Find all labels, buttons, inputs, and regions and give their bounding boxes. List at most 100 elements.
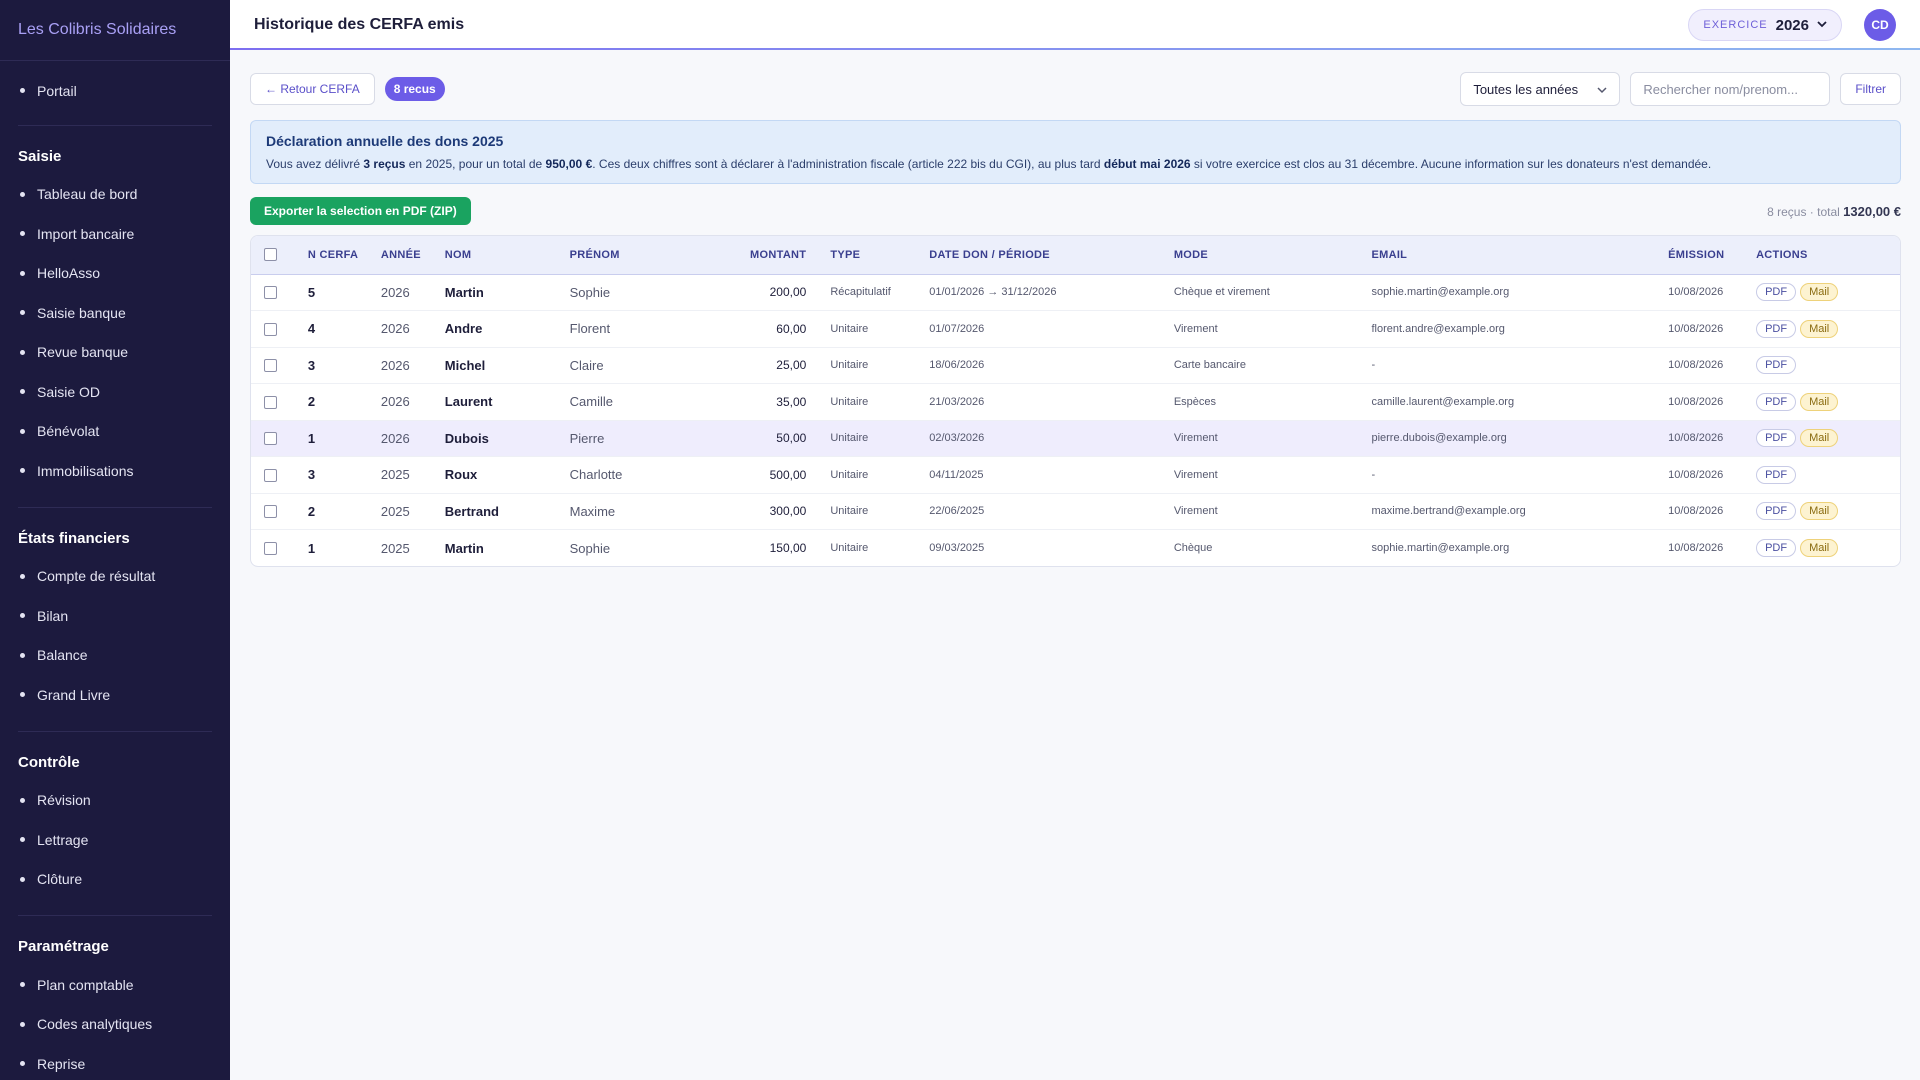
total-summary-prefix: 8 reçus · total [1767,204,1844,219]
cerfa-number: 2 [307,503,316,519]
col-header[interactable]: ÉMISSION [1668,236,1757,275]
row-checkbox[interactable] [264,322,277,336]
search-input[interactable] [1630,72,1831,106]
col-header[interactable]: ANNÉE [380,236,445,275]
topbar: Historique des CERFA emis EXERCICE 2026 … [230,0,1920,50]
mail-button[interactable]: Mail [1800,502,1839,521]
pdf-button[interactable]: PDF [1756,539,1797,557]
sidebar-item[interactable]: Bénévolat [0,412,230,452]
row-checkbox[interactable] [264,286,277,300]
sidebar-item[interactable]: Compte de résultat [0,557,230,597]
payment-mode: Virement [1173,505,1218,518]
donation-amount: 200,00 [769,285,807,300]
sidebar-item[interactable]: Clôture [0,860,230,900]
emission-date: 10/08/2026 [1668,322,1724,335]
select-all-checkbox[interactable] [264,248,277,262]
mail-button[interactable]: Mail [1800,319,1839,338]
table-row[interactable]: 1 2025 Martin Sophie 150,00 Unitaire 09/… [251,530,1900,567]
sidebar-item[interactable]: Revue banque [0,333,230,373]
sidebar-item[interactable]: Balance [0,636,230,676]
pdf-button[interactable]: PDF [1756,319,1797,338]
receipt-type: Récapitulatif [830,286,891,299]
filter-button[interactable]: Filtrer [1840,73,1901,105]
year-filter-select[interactable]: Toutes les années [1460,72,1621,106]
total-summary-amount: 1320,00 € [1843,203,1901,219]
sidebar-item[interactable]: Saisie OD [0,372,230,412]
cerfa-year: 2026 [380,357,410,373]
pdf-button[interactable]: PDF [1756,356,1797,375]
sidebar-section-title: États financiers [18,529,130,547]
table-row[interactable]: 1 2026 Dubois Pierre 50,00 Unitaire 02/0… [251,420,1900,457]
payment-mode: Chèque et virement [1173,286,1270,299]
mail-button[interactable]: Mail [1800,539,1839,557]
row-select-cell [251,384,308,421]
sidebar-item[interactable]: Tableau de bord [0,175,230,215]
mail-button[interactable]: Mail [1800,392,1839,411]
avatar[interactable]: CD [1864,9,1896,41]
cerfa-number: 1 [307,430,316,446]
sidebar-item[interactable]: Révision [0,781,230,821]
brand-name[interactable]: Les Colibris Solidaires [0,0,230,61]
table-row[interactable]: 3 2026 Michel Claire 25,00 Unitaire 18/0… [251,347,1900,384]
col-header[interactable]: PRÉNOM [569,236,663,275]
col-header[interactable]: TYPE [806,236,930,275]
row-checkbox[interactable] [264,395,277,409]
row-checkbox[interactable] [264,359,277,373]
sidebar-item-portail[interactable]: Portail [18,71,212,111]
donor-last-name: Laurent [444,394,493,410]
sidebar-item-label: Revue banque [37,344,129,361]
table-row[interactable]: 2 2025 Bertrand Maxime 300,00 Unitaire 2… [251,493,1900,530]
sidebar-item[interactable]: Immobilisations [0,451,230,491]
receipt-type: Unitaire [830,359,869,372]
table-row[interactable]: 5 2026 Martin Sophie 200,00 Récapitulati… [251,274,1900,311]
sidebar-item[interactable]: Grand Livre [0,675,230,715]
pdf-button[interactable]: PDF [1756,502,1797,521]
payment-mode: Virement [1173,432,1218,445]
sidebar-item[interactable]: Import bancaire [0,214,230,254]
bullet-icon [20,349,25,355]
back-button[interactable]: ← Retour CERFA [250,73,375,105]
pdf-button[interactable]: PDF [1756,392,1797,411]
row-actions: PDF Mail [1756,274,1900,311]
sidebar-item[interactable]: Lettrage [0,820,230,860]
sidebar-item[interactable]: Bilan [0,596,230,636]
col-header[interactable]: DATE DON / PÉRIODE [929,236,1174,275]
donor-last-name: Martin [444,284,484,300]
mail-button[interactable]: Mail [1800,429,1839,448]
col-header[interactable]: N CERFA [307,236,381,275]
row-actions: PDF Mail [1756,530,1900,567]
exercice-selector[interactable]: EXERCICE 2026 [1688,9,1842,41]
col-header[interactable]: MODE [1173,236,1372,275]
pdf-button[interactable]: PDF [1756,429,1797,448]
donor-first-name: Claire [569,357,604,373]
sidebar-item[interactable]: Codes analytiques [0,1005,230,1045]
donor-last-name: Andre [444,321,483,337]
export-pdf-button[interactable]: Exporter la selection en PDF (ZIP) [250,197,471,225]
row-checkbox[interactable] [264,542,277,556]
row-checkbox[interactable] [264,432,277,446]
table-row[interactable]: 4 2026 Andre Florent 60,00 Unitaire 01/0… [251,311,1900,347]
sidebar-item[interactable]: Saisie banque [0,293,230,333]
col-header[interactable]: MONTANT [662,236,807,275]
sidebar-item-label: Révision [37,792,91,809]
mail-button[interactable]: Mail [1800,283,1839,302]
sidebar-item[interactable]: Plan comptable [0,965,230,1005]
sidebar-item[interactable]: Reprise [0,1044,230,1080]
pdf-button[interactable]: PDF [1756,283,1797,302]
donor-last-name: Dubois [444,430,489,446]
row-checkbox[interactable] [264,468,277,482]
row-checkbox[interactable] [264,505,277,519]
emission-date: 10/08/2026 [1668,359,1724,372]
col-header[interactable]: NOM [444,236,570,275]
sidebar-item[interactable]: HelloAsso [0,254,230,294]
col-header[interactable]: EMAIL [1371,236,1669,275]
bullet-icon [20,428,25,434]
emission-date: 10/08/2026 [1668,432,1724,445]
pdf-button[interactable]: PDF [1756,465,1797,484]
table-row[interactable]: 2 2026 Laurent Camille 35,00 Unitaire 21… [251,384,1900,421]
receipt-type: Unitaire [830,395,869,408]
portal-nav: Portail [18,61,212,126]
table-row[interactable]: 3 2025 Roux Charlotte 500,00 Unitaire 04… [251,457,1900,493]
bullet-icon [20,310,25,316]
sidebar-item-label: Lettrage [37,831,89,848]
